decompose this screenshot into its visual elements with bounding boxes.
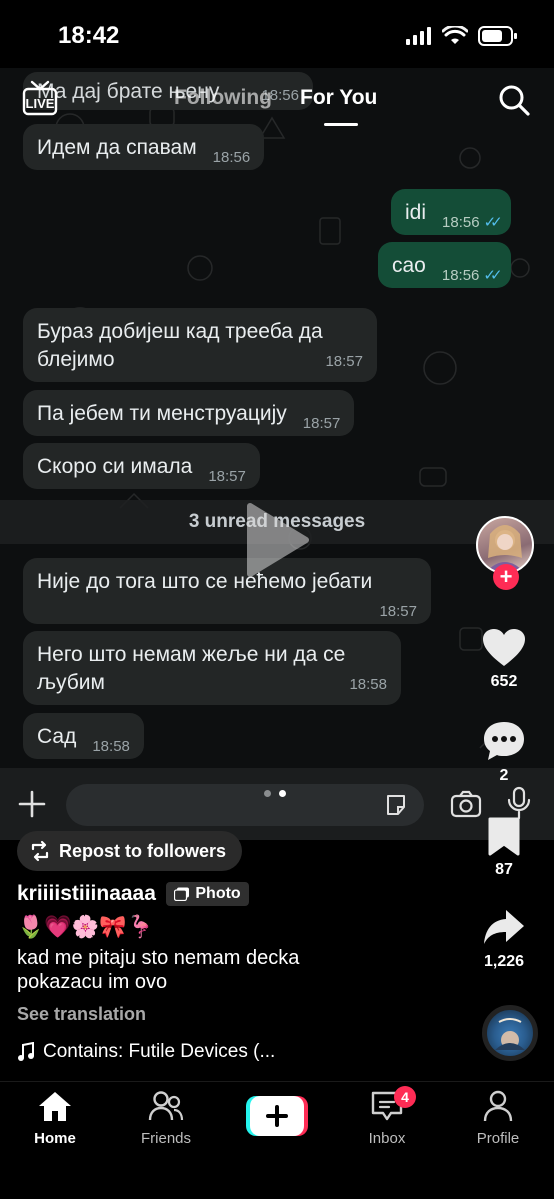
chat-message-time: 18:57 <box>208 468 246 485</box>
svg-text:LIVE: LIVE <box>26 96 55 111</box>
chat-input-field <box>66 784 424 826</box>
bottom-nav: Home Friends 4 Inbox Profile <box>0 1081 554 1199</box>
chat-message-time: 18:56 <box>441 267 480 284</box>
friends-icon <box>148 1091 184 1121</box>
chat-message-text: Није до тога што се нећемо јебати <box>37 570 373 593</box>
tab-following[interactable]: Following <box>174 86 272 110</box>
chat-message: Него што немам жеље ни да се љубим 18:58 <box>23 631 401 705</box>
chat-message-text: Па јебем ти менструацију <box>37 402 287 425</box>
like-button[interactable]: 652 <box>454 628 554 691</box>
carousel-dot <box>264 790 271 797</box>
music-note-icon <box>18 1042 34 1061</box>
save-button[interactable]: 87 <box>454 816 554 879</box>
like-count: 652 <box>490 673 518 690</box>
status-bar: 18:42 <box>0 0 554 70</box>
tab-for-you[interactable]: For You <box>300 86 377 110</box>
follow-button[interactable]: + <box>493 564 519 590</box>
heart-icon <box>483 629 525 666</box>
comment-count: 2 <box>499 767 509 784</box>
chat-message-text: Идем да спавам <box>37 136 197 159</box>
chat-message: Идем да спавам 18:56 <box>23 124 265 170</box>
carousel-indicator <box>264 790 286 797</box>
share-icon <box>484 910 524 944</box>
chat-message: Скоро си имала 18:57 <box>23 443 260 489</box>
chat-message-text: сао <box>392 254 426 277</box>
photo-icon <box>174 887 190 901</box>
chat-message-time: 18:57 <box>325 353 363 370</box>
status-icons <box>406 26 518 46</box>
photo-badge: Photo <box>166 882 249 906</box>
chat-message-text: Него што немам жеље ни да се љубим <box>37 643 346 694</box>
create-button[interactable] <box>246 1096 308 1136</box>
chat-message-time: 18:57 <box>302 415 341 432</box>
search-icon[interactable] <box>498 84 530 116</box>
music-title: Contains: Futile Devices (... <box>43 1041 276 1062</box>
chat-message-text: idi <box>405 201 427 224</box>
chat-message: сао 18:56 ✓✓ <box>378 242 511 288</box>
comment-icon <box>484 722 524 760</box>
plus-icon <box>18 790 46 818</box>
chat-message: idi 18:56 ✓✓ <box>391 189 511 235</box>
music-info[interactable]: Contains: Futile Devices (... <box>17 1041 275 1063</box>
nav-home[interactable]: Home <box>10 1090 100 1147</box>
share-count: 1,226 <box>483 953 525 970</box>
status-time: 18:42 <box>58 22 120 49</box>
photo-badge-label: Photo <box>195 885 241 902</box>
bookmark-icon <box>488 817 520 856</box>
nav-inbox-label: Inbox <box>368 1130 406 1147</box>
chat-message: Бураз добијеш кад трееба да блејимо 18:5… <box>23 308 377 382</box>
comment-button[interactable]: 2 <box>454 720 554 785</box>
share-button[interactable]: 1,226 <box>454 908 554 971</box>
nav-friends[interactable]: Friends <box>121 1090 211 1147</box>
album-art <box>495 1018 525 1050</box>
chat-message-text: Скоро си имала <box>37 455 193 478</box>
nav-profile-label: Profile <box>476 1130 520 1147</box>
chat-message: Па јебем ти менструацију 18:57 <box>23 390 355 436</box>
caption: kad me pitaju sto nemam decka pokazacu i… <box>17 947 300 993</box>
chat-message-time: 18:58 <box>349 676 387 693</box>
see-translation-link[interactable]: See translation <box>17 1004 457 1025</box>
music-disc[interactable] <box>482 1005 538 1061</box>
tab-active-indicator <box>324 123 358 126</box>
chat-message-time: 18:56 <box>442 214 480 231</box>
chat-message-text: Бураз добијеш кад трееба да блејимо <box>37 320 323 371</box>
chat-message-text: Сад <box>37 725 77 748</box>
read-receipt-icon: ✓✓ <box>483 214 503 231</box>
chat-message: Сад 18:58 <box>23 713 144 759</box>
carousel-dot-active <box>279 790 286 797</box>
creator-avatar-group: + <box>454 516 554 596</box>
repost-button[interactable]: Repost to followers <box>17 831 243 871</box>
read-receipt-icon: ✓✓ <box>483 267 502 284</box>
repost-icon <box>31 840 49 862</box>
top-nav: LIVE Following For You <box>0 78 554 128</box>
nav-inbox[interactable]: 4 Inbox <box>342 1086 432 1147</box>
username[interactable]: kriiiistiiinaaaa <box>17 882 156 906</box>
post-meta: kriiiistiiinaaaa Photo 🌷💗🌸🎀🦩 kad me pita… <box>17 882 457 1025</box>
signal-icon <box>406 27 431 45</box>
chat-message-time: 18:58 <box>92 738 130 755</box>
chat-message-time: 18:56 <box>212 149 251 166</box>
live-icon[interactable]: LIVE <box>22 80 58 116</box>
save-count: 87 <box>495 861 513 878</box>
microphone-icon <box>507 786 531 820</box>
inbox-badge: 4 <box>394 1086 416 1108</box>
sticker-icon <box>387 795 405 815</box>
repost-label: Repost to followers <box>59 840 227 861</box>
chat-message: Није до тога што се нећемо јебати 18:57 <box>23 558 431 624</box>
wifi-icon <box>442 26 468 44</box>
chat-message-time: 18:57 <box>379 603 417 620</box>
camera-icon <box>450 790 482 818</box>
play-icon[interactable] <box>246 502 310 578</box>
home-icon <box>39 1092 71 1121</box>
caption-emojis: 🌷💗🌸🎀🦩 <box>17 914 154 939</box>
battery-icon <box>478 26 517 46</box>
nav-profile[interactable]: Profile <box>453 1090 543 1147</box>
nav-friends-label: Friends <box>140 1130 192 1147</box>
nav-home-label: Home <box>34 1130 76 1147</box>
profile-icon <box>483 1090 513 1122</box>
